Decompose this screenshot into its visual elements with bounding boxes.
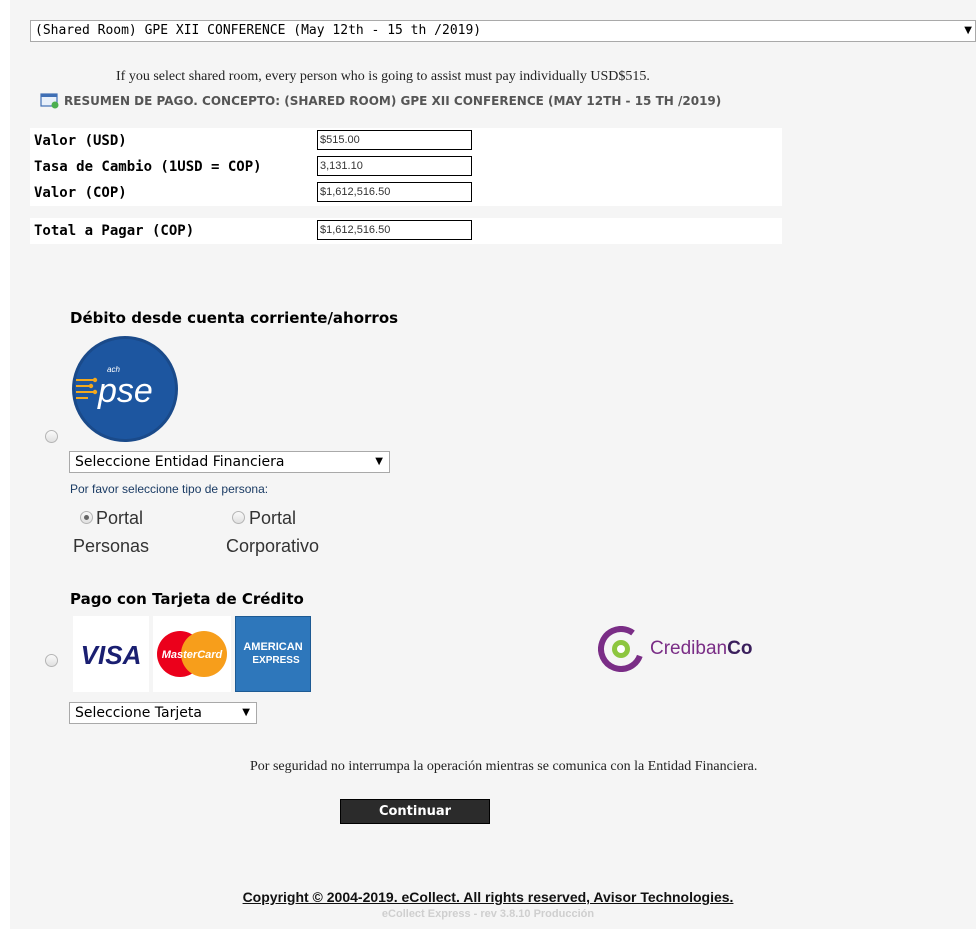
version-text: eCollect Express - rev 3.8.10 Producción: [381, 908, 595, 920]
credibanco-text-b: Co: [727, 638, 753, 659]
pse-logo: ach pse: [72, 336, 178, 442]
payment-values-table: Valor (USD) $515.00 Tasa de Cambio (1USD…: [30, 128, 782, 244]
exchange-rate-row: Tasa de Cambio (1USD = COP) 3,131.10: [30, 154, 782, 180]
amex-logo-text-1: AMERICAN: [243, 641, 302, 653]
portal-corporativo-label-2: Corporativo: [226, 536, 320, 556]
card-select-value: Seleccione Tarjeta: [75, 705, 202, 721]
visa-logo: VISA: [73, 616, 149, 692]
value-usd-field[interactable]: $515.00: [317, 130, 472, 150]
amex-logo: AMERICAN EXPRESS: [235, 616, 311, 692]
value-cop-row: Valor (COP) $1,612,516.50: [30, 180, 782, 206]
room-type-select[interactable]: (Shared Room) GPE XII CONFERENCE (May 12…: [30, 20, 976, 42]
payment-summary: RESUMEN DE PAGO. CONCEPTO: (SHARED ROOM)…: [40, 93, 721, 109]
credit-section-title: Pago con Tarjeta de Crédito: [70, 590, 304, 608]
copyright-link[interactable]: Copyright © 2004-2019. eCollect. All rig…: [0, 889, 976, 905]
chevron-down-icon: ▼: [242, 707, 250, 718]
total-label: Total a Pagar (COP): [34, 223, 195, 239]
credibanco-icon: [598, 626, 644, 672]
portal-personas-radio[interactable]: [80, 511, 93, 524]
portal-corporativo-radio[interactable]: [232, 511, 245, 524]
chevron-down-icon: ▼: [375, 456, 383, 467]
exchange-rate-field[interactable]: 3,131.10: [317, 156, 472, 176]
exchange-rate-label: Tasa de Cambio (1USD = COP): [34, 159, 262, 175]
security-note: Por seguridad no interrumpa la operación…: [250, 759, 758, 774]
value-usd-label: Valor (USD): [34, 133, 127, 149]
document-icon: [40, 93, 59, 109]
debit-section-title: Débito desde cuenta corriente/ahorros: [70, 309, 399, 327]
room-type-select-value: (Shared Room) GPE XII CONFERENCE (May 12…: [35, 23, 482, 38]
card-select[interactable]: Seleccione Tarjeta ▼: [69, 702, 257, 724]
value-usd-row: Valor (USD) $515.00: [30, 128, 782, 154]
portal-corporativo-label-1: Portal: [249, 508, 297, 528]
mastercard-logo: MasterCard: [153, 616, 231, 692]
value-cop-label: Valor (COP): [34, 185, 127, 201]
visa-logo-text: VISA: [81, 640, 142, 670]
value-cop-field[interactable]: $1,612,516.50: [317, 182, 472, 202]
credit-radio[interactable]: [45, 654, 58, 667]
shared-room-note: If you select shared room, every person …: [116, 69, 650, 84]
credibanco-logo: CredibanCo: [598, 626, 752, 672]
credibanco-text: CredibanCo: [650, 638, 752, 660]
portal-personas-label-1: Portal: [96, 508, 144, 528]
pse-logo-text: pse: [97, 372, 153, 410]
portal-personas-label-2: Personas: [73, 536, 150, 556]
bank-select-value: Seleccione Entidad Financiera: [75, 454, 285, 470]
chevron-down-icon: ▼: [964, 25, 972, 36]
amex-logo-text-2: EXPRESS: [252, 655, 300, 666]
bank-select[interactable]: Seleccione Entidad Financiera ▼: [69, 451, 390, 473]
payment-summary-label: RESUMEN DE PAGO. CONCEPTO: (SHARED ROOM)…: [64, 94, 722, 108]
debit-radio[interactable]: [45, 430, 58, 443]
person-type-label: Por favor seleccione tipo de persona:: [70, 482, 269, 496]
continue-button[interactable]: Continuar: [340, 799, 490, 824]
total-field[interactable]: $1,612,516.50: [317, 220, 472, 240]
mastercard-logo-text: MasterCard: [162, 649, 223, 661]
credibanco-text-a: Crediban: [650, 638, 728, 659]
total-row: Total a Pagar (COP) $1,612,516.50: [30, 218, 782, 244]
